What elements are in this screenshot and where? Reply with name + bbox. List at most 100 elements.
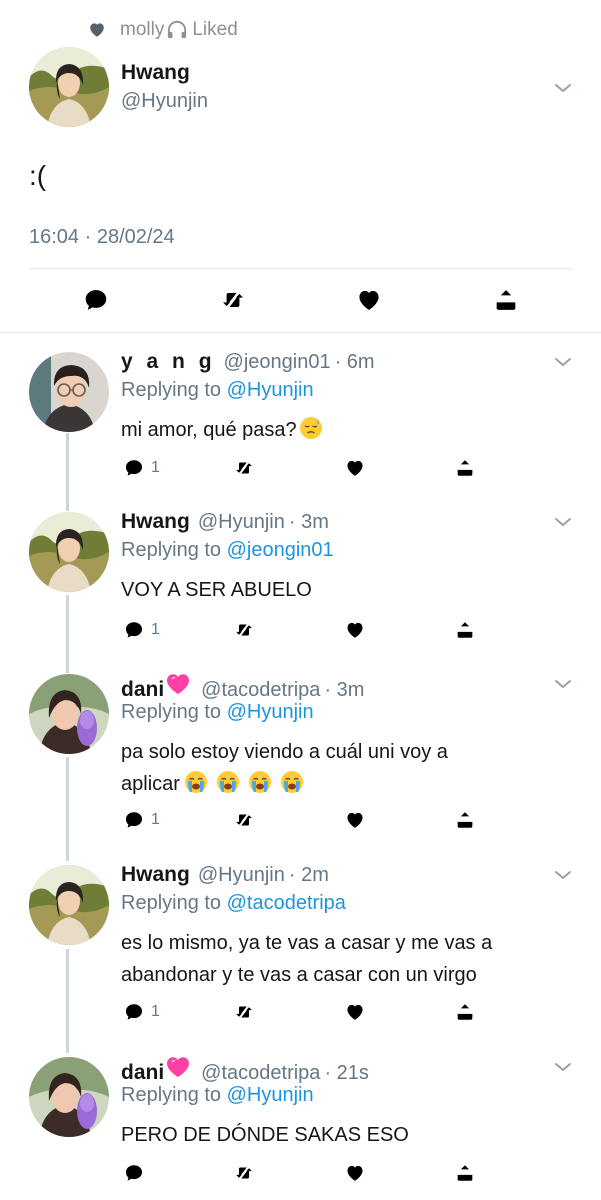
like-action[interactable] — [344, 456, 366, 480]
share-icon[interactable] — [454, 619, 476, 641]
avatar[interactable] — [29, 352, 109, 432]
retweet-icon[interactable] — [233, 809, 255, 831]
divider — [29, 268, 572, 269]
chevron-down-icon[interactable] — [553, 1061, 573, 1073]
like-icon[interactable] — [355, 286, 383, 314]
reply-action[interactable] — [123, 1161, 151, 1185]
like-icon[interactable] — [344, 457, 366, 479]
headphone-emoji-icon — [168, 20, 187, 39]
reply-text-block: es lo mismo, ya te vas a casar y me vas … — [121, 927, 581, 991]
like-action[interactable] — [344, 1161, 366, 1185]
share-icon[interactable] — [454, 1162, 476, 1184]
share-icon[interactable] — [492, 286, 520, 314]
context-user[interactable]: molly — [120, 19, 164, 41]
avatar-image — [29, 512, 109, 592]
reply-author-name[interactable]: dani — [121, 1061, 164, 1085]
like-icon[interactable] — [344, 1162, 366, 1184]
like-action[interactable] — [344, 808, 366, 832]
like-icon[interactable] — [344, 809, 366, 831]
reply-count: 1 — [151, 621, 160, 638]
share-action[interactable] — [454, 1000, 476, 1024]
retweet-icon[interactable] — [233, 1001, 255, 1023]
avatar-image — [29, 865, 109, 945]
reply-icon[interactable] — [123, 1162, 145, 1184]
reply-author-name[interactable]: y a n g — [121, 350, 216, 374]
replying-mention[interactable]: @Hyunjin — [227, 379, 314, 401]
like-icon[interactable] — [344, 1001, 366, 1023]
reply-action[interactable]: 1 — [123, 618, 160, 642]
retweet-action[interactable] — [233, 618, 255, 642]
reply-author-handle[interactable]: @Hyunjin — [198, 511, 285, 534]
retweet-icon[interactable] — [233, 619, 255, 641]
reply-action[interactable]: 1 — [123, 1000, 160, 1024]
share-icon[interactable] — [454, 1001, 476, 1023]
pink-heart-emoji — [167, 1057, 190, 1077]
tweet-author-handle[interactable]: @Hyunjin — [121, 90, 208, 113]
replying-label: Replying to — [121, 379, 222, 401]
reply-action[interactable]: 1 — [123, 808, 160, 832]
reply-author-name[interactable]: Hwang — [121, 863, 190, 887]
reply-icon[interactable] — [123, 457, 145, 479]
chevron-down-icon[interactable] — [553, 678, 573, 690]
retweet-action[interactable] — [233, 456, 255, 480]
chevron-down-icon[interactable] — [553, 356, 573, 368]
reply-author-handle[interactable]: @jeongin01 — [224, 351, 331, 374]
chevron-down-icon[interactable] — [553, 516, 573, 528]
retweet-icon[interactable] — [233, 1162, 255, 1184]
share-action[interactable] — [454, 456, 476, 480]
retweet-icon[interactable] — [233, 457, 255, 479]
tweet-author-name[interactable]: Hwang — [121, 61, 190, 85]
avatar[interactable] — [29, 865, 109, 945]
reply-actions: 1 — [0, 618, 601, 642]
context-action: Liked — [192, 19, 238, 40]
avatar[interactable] — [29, 47, 109, 127]
share-icon[interactable] — [454, 809, 476, 831]
crying-face-emoji — [216, 770, 240, 794]
reply-actions — [0, 1161, 601, 1185]
reply-count: 1 — [151, 1003, 160, 1020]
replying-mention[interactable]: @Hyunjin — [227, 1084, 314, 1106]
replying-label: Replying to — [121, 539, 222, 561]
reply-icon[interactable] — [123, 809, 145, 831]
replying-mention[interactable]: @jeongin01 — [227, 539, 334, 561]
retweet-icon[interactable] — [219, 286, 247, 314]
reply-author-handle[interactable]: @tacodetripa — [201, 1062, 320, 1085]
chevron-down-icon[interactable] — [553, 869, 573, 881]
replying-label: Replying to — [121, 892, 222, 914]
like-action[interactable] — [344, 1000, 366, 1024]
share-action[interactable] — [454, 808, 476, 832]
replying-to: Replying to @jeongin01 — [121, 539, 334, 562]
share-icon[interactable] — [454, 457, 476, 479]
reply-author-name[interactable]: Hwang — [121, 510, 190, 534]
chevron-down-icon[interactable] — [553, 82, 573, 94]
share-action[interactable] — [454, 1161, 476, 1185]
retweet-action[interactable] — [233, 1000, 255, 1024]
tweet-timestamp: 16:04 · 28/02/24 — [29, 226, 175, 248]
reply-icon[interactable] — [123, 1001, 145, 1023]
reply-time: · 2m — [288, 864, 329, 886]
reply-author-handle[interactable]: @tacodetripa — [201, 679, 320, 702]
reply-actions: 1 — [0, 808, 601, 832]
reply-icon[interactable] — [82, 286, 110, 314]
avatar[interactable] — [29, 1057, 109, 1137]
like-icon[interactable] — [344, 619, 366, 641]
like-action[interactable] — [344, 618, 366, 642]
sad-sweat-emoji — [299, 416, 323, 440]
replying-mention[interactable]: @tacodetripa — [227, 892, 346, 914]
share-action[interactable] — [454, 618, 476, 642]
avatar[interactable] — [29, 512, 109, 592]
retweet-action[interactable] — [233, 1161, 255, 1185]
reply-author-name[interactable]: dani — [121, 678, 164, 702]
replying-to: Replying to @Hyunjin — [121, 1084, 314, 1107]
avatar-image — [29, 1057, 109, 1137]
retweet-action[interactable] — [233, 808, 255, 832]
pink-heart-emoji — [167, 674, 190, 694]
reply-author-handle[interactable]: @Hyunjin — [198, 864, 285, 887]
reply-header: dani @tacodetripa · 21s — [121, 1055, 369, 1084]
reply-action[interactable]: 1 — [123, 456, 160, 480]
reply-icon[interactable] — [123, 619, 145, 641]
reply-header: dani @tacodetripa · 3m — [121, 672, 364, 701]
avatar[interactable] — [29, 674, 109, 754]
crying-face-emoji — [248, 770, 272, 794]
replying-mention[interactable]: @Hyunjin — [227, 701, 314, 723]
